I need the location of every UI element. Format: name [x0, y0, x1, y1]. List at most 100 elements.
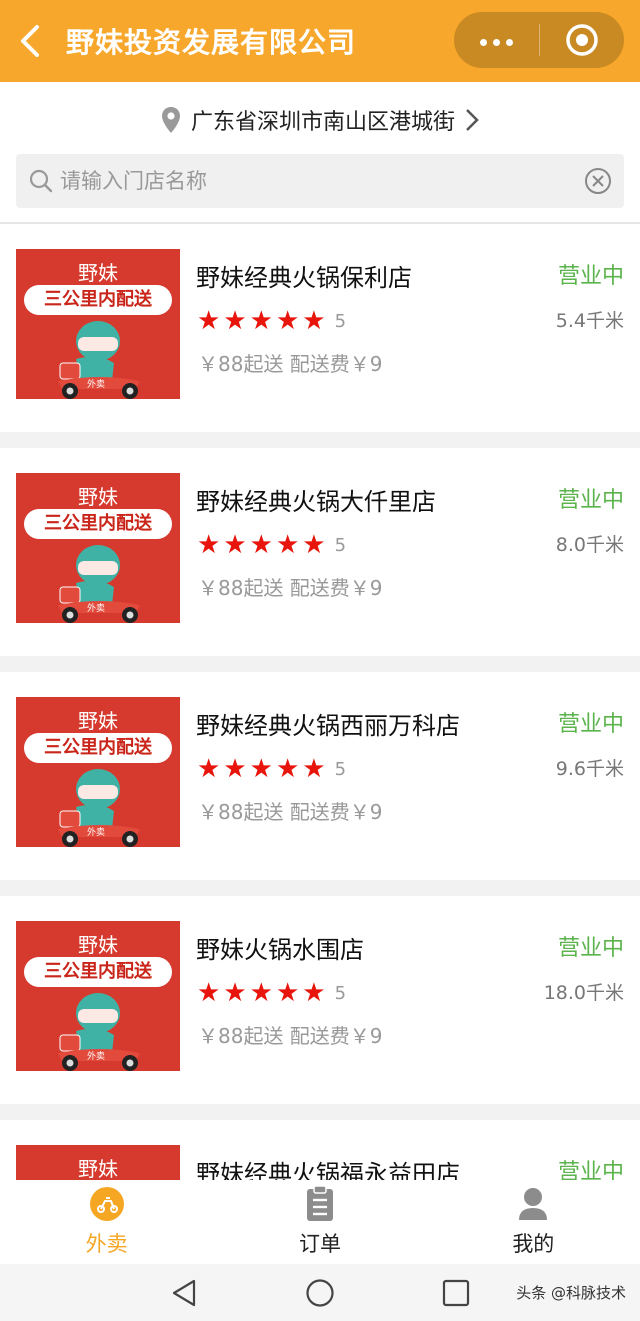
star-icon: ★	[275, 306, 300, 336]
rating-value: 5	[334, 310, 347, 332]
store-name: 野妹火锅水围店	[196, 936, 364, 964]
store-thumbnail: 野妹 三公里内配送 外卖	[16, 473, 180, 623]
tab-orders[interactable]: 订单	[213, 1180, 426, 1264]
thumb-banner: 三公里内配送	[24, 285, 172, 315]
delivery-rider-icon: 外卖	[58, 545, 140, 623]
watermark: 头条 @科脉技术	[516, 1284, 626, 1302]
store-thumbnail: 野妹 三公里内配送 外卖	[16, 921, 180, 1071]
store-distance: 5.4千米	[555, 310, 624, 332]
star-icon: ★	[223, 306, 247, 336]
store-card[interactable]: 野妹 野妹经典火锅福永益田店 营业中 ★ ★ ★ ★ ★ 5	[0, 1120, 640, 1180]
star-icon: ★	[223, 978, 247, 1008]
tab-label: 外卖	[85, 1232, 128, 1256]
takeout-icon	[89, 1187, 124, 1221]
close-miniprogram-button[interactable]	[540, 12, 625, 68]
more-button[interactable]	[454, 12, 539, 68]
user-icon	[519, 1188, 548, 1220]
store-card[interactable]: 野妹 三公里内配送 外卖 野妹经典火锅西丽万科店 营业中 9.6千米 ★ ★ ★…	[0, 672, 640, 880]
search-input[interactable]	[60, 169, 560, 193]
more-dots-icon	[477, 31, 516, 50]
rating-stars: ★ ★ ★ ★ ★ 5	[197, 756, 346, 782]
rating-stars: ★ ★ ★ ★ ★ 5	[197, 980, 346, 1006]
store-list: 野妹 三公里内配送 外卖 野妹经典火锅保利店 营业中 5.4千米 ★ ★ ★ ★	[0, 224, 640, 1180]
svg-text:外卖: 外卖	[87, 826, 105, 838]
star-icon: ★	[275, 754, 300, 784]
page-title: 野妹投资发展有限公司	[66, 26, 357, 59]
delivery-fees: ￥88起送 配送费￥9	[198, 576, 383, 600]
store-distance: 8.0千米	[555, 534, 624, 556]
star-icon: ★	[249, 978, 273, 1008]
thumb-brand: 野妹	[78, 933, 118, 957]
system-navigation-bar: 头条 @科脉技术	[0, 1264, 640, 1321]
rating-value: 5	[334, 758, 347, 780]
star-icon: ★	[302, 306, 326, 336]
tab-label: 订单	[298, 1232, 341, 1256]
location-pin-icon	[161, 107, 180, 133]
svg-text:外卖: 外卖	[87, 602, 105, 614]
nav-back-icon[interactable]	[170, 1278, 198, 1308]
star-icon: ★	[302, 978, 326, 1008]
tab-me[interactable]: 我的	[427, 1180, 640, 1264]
star-icon: ★	[223, 530, 247, 560]
store-name: 野妹经典火锅保利店	[196, 264, 412, 292]
delivery-rider-icon: 外卖	[58, 321, 140, 399]
thumb-brand: 野妹	[78, 1157, 118, 1180]
store-thumbnail: 野妹	[16, 1145, 180, 1180]
delivery-fees: ￥88起送 配送费￥9	[198, 800, 383, 824]
store-distance: 9.6千米	[555, 758, 624, 780]
star-icon: ★	[197, 530, 221, 560]
star-icon: ★	[275, 978, 300, 1008]
thumb-brand: 野妹	[78, 261, 118, 285]
thumb-brand: 野妹	[78, 709, 118, 733]
thumb-banner: 三公里内配送	[24, 957, 172, 987]
star-icon: ★	[249, 754, 273, 784]
star-icon: ★	[197, 754, 221, 784]
location-address: 广东省深圳市南山区港城街	[190, 110, 455, 135]
back-arrow-icon	[21, 25, 39, 57]
tab-takeout[interactable]: 外卖	[0, 1180, 213, 1264]
store-card[interactable]: 野妹 三公里内配送 外卖 野妹火锅水围店 营业中 18.0千米 ★ ★ ★ ★	[0, 896, 640, 1104]
delivery-rider-icon: 外卖	[58, 993, 140, 1071]
store-distance: 18.0千米	[543, 982, 624, 1004]
svg-text:外卖: 外卖	[87, 378, 105, 390]
store-status: 营业中	[557, 488, 624, 513]
store-name: 野妹经典火锅福永益田店	[196, 1160, 460, 1180]
thumb-banner: 三公里内配送	[24, 733, 172, 763]
tab-label: 我的	[512, 1232, 555, 1256]
store-card[interactable]: 野妹 三公里内配送 外卖 野妹经典火锅大仟里店 营业中 8.0千米 ★ ★ ★ …	[0, 448, 640, 656]
star-icon: ★	[249, 306, 273, 336]
store-status: 营业中	[557, 264, 624, 289]
store-name: 野妹经典火锅大仟里店	[196, 488, 436, 516]
rating-value: 5	[334, 982, 347, 1004]
star-icon: ★	[275, 530, 300, 560]
store-card[interactable]: 野妹 三公里内配送 外卖 野妹经典火锅保利店 营业中 5.4千米 ★ ★ ★ ★	[0, 224, 640, 432]
rating-stars: ★ ★ ★ ★ ★ 5	[197, 532, 346, 558]
thumb-banner: 三公里内配送	[24, 509, 172, 539]
store-thumbnail: 野妹 三公里内配送 外卖	[16, 249, 180, 399]
chevron-right-icon	[466, 109, 479, 131]
app-header: 野妹投资发展有限公司	[0, 0, 640, 82]
store-search-bar	[16, 154, 624, 208]
store-status: 营业中	[557, 712, 624, 737]
star-icon: ★	[302, 530, 326, 560]
star-icon: ★	[223, 754, 247, 784]
store-status: 营业中	[557, 1160, 624, 1180]
clear-icon[interactable]	[584, 167, 612, 195]
bottom-tab-bar: 外卖 订单 我的	[0, 1180, 640, 1264]
thumb-brand: 野妹	[78, 485, 118, 509]
star-icon: ★	[197, 978, 221, 1008]
search-icon	[29, 169, 53, 193]
star-icon: ★	[197, 306, 221, 336]
location-selector[interactable]: 广东省深圳市南山区港城街	[0, 100, 640, 140]
delivery-rider-icon: 外卖	[58, 769, 140, 847]
nav-recents-icon[interactable]	[442, 1278, 470, 1308]
delivery-fees: ￥88起送 配送费￥9	[198, 1024, 383, 1048]
back-button[interactable]	[0, 0, 60, 82]
target-close-icon	[566, 24, 598, 56]
store-name: 野妹经典火锅西丽万科店	[196, 712, 460, 740]
star-icon: ★	[249, 530, 273, 560]
order-icon	[306, 1186, 333, 1221]
miniprogram-capsule	[454, 12, 624, 68]
nav-home-icon[interactable]	[305, 1278, 335, 1308]
svg-text:外卖: 外卖	[87, 1050, 105, 1062]
